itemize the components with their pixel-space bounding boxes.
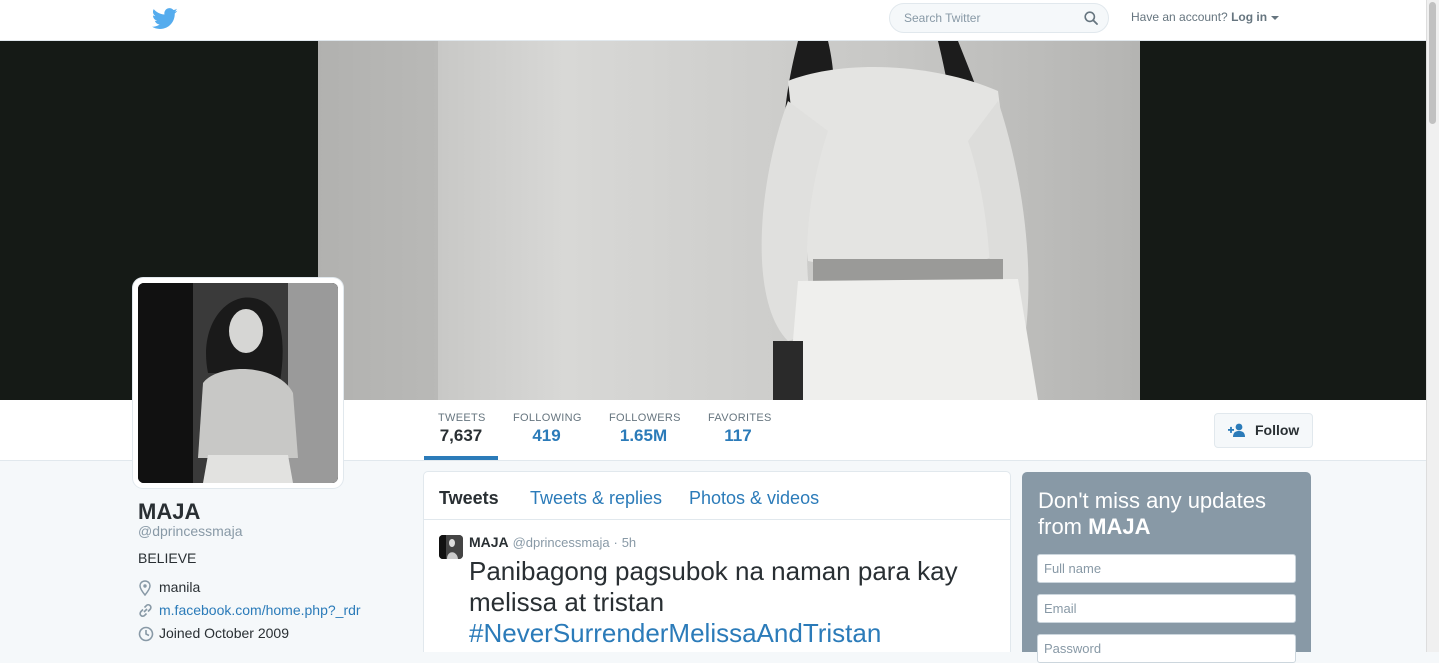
tweet-header: MAJA @dprincessmaja · 5h — [469, 534, 636, 550]
top-navigation-bar: Have an account? Log in — [0, 0, 1427, 41]
login-link[interactable]: Log in — [1231, 10, 1267, 24]
stat-value: 7,637 — [439, 426, 483, 445]
password-field[interactable] — [1037, 634, 1296, 663]
stat-label: FOLLOWERS — [609, 412, 681, 424]
tweet-hashtag[interactable]: #NeverSurrenderMelissaAndTristan — [469, 618, 881, 648]
tweet-timestamp[interactable]: 5h — [622, 535, 636, 550]
tweet-timeline: Tweets Tweets & replies Photos & videos … — [423, 471, 1011, 652]
tweet-item[interactable]: MAJA @dprincessmaja · 5h Panibagong pags… — [424, 520, 1010, 652]
stat-value: 1.65M — [619, 426, 668, 445]
signup-heading-prefix: Don't miss any updates from — [1038, 488, 1266, 539]
joined-text: Joined October 2009 — [159, 625, 289, 641]
twitter-bird-icon[interactable] — [152, 8, 178, 30]
follow-button-label: Follow — [1255, 422, 1300, 438]
page-scrollbar[interactable] — [1426, 0, 1439, 652]
signup-heading-name: MAJA — [1088, 514, 1151, 539]
stat-label: FAVORITES — [708, 412, 772, 424]
profile-bio: BELIEVE — [138, 550, 197, 566]
tweet-author-handle[interactable]: @dprincessmaja — [513, 535, 610, 550]
signup-module: Don't miss any updates from MAJA — [1022, 472, 1311, 663]
stat-value: 419 — [532, 426, 561, 445]
tweet-text: Panibagong pagsubok na naman para kay me… — [469, 556, 989, 649]
full-name-field[interactable] — [1037, 554, 1296, 583]
stat-favorites[interactable]: FAVORITES 117 — [694, 412, 782, 446]
search-box[interactable] — [889, 3, 1109, 33]
link-icon — [139, 603, 152, 618]
clock-icon — [138, 626, 154, 642]
tweet-body: Panibagong pagsubok na naman para kay me… — [469, 556, 958, 617]
scrollbar-thumb[interactable] — [1429, 2, 1436, 124]
tab-photos-videos[interactable]: Photos & videos — [689, 488, 819, 509]
tweet-separator: · — [613, 535, 618, 550]
header-photo — [318, 41, 1140, 400]
account-prompt: Have an account? — [1131, 10, 1228, 24]
stat-label: TWEETS — [438, 412, 486, 424]
tab-tweets-replies[interactable]: Tweets & replies — [530, 488, 662, 509]
stat-tweets[interactable]: TWEETS 7,637 — [424, 412, 498, 460]
location-text: manila — [159, 579, 201, 595]
tweet-avatar-art — [439, 535, 463, 559]
signup-heading: Don't miss any updates from MAJA — [1038, 488, 1298, 540]
tweet-avatar[interactable] — [439, 535, 463, 559]
chevron-down-icon[interactable] — [1271, 15, 1280, 20]
avatar-image — [138, 283, 338, 483]
follow-button[interactable]: Follow — [1214, 413, 1313, 448]
avatar-art — [138, 283, 338, 483]
stat-value: 117 — [724, 426, 752, 445]
profile-name[interactable]: MAJA — [138, 499, 200, 525]
email-field[interactable] — [1037, 594, 1296, 623]
profile-avatar[interactable] — [133, 278, 343, 488]
account-login-menu[interactable]: Have an account? Log in — [1131, 10, 1280, 24]
search-input[interactable] — [902, 10, 1076, 26]
header-photo-art — [318, 41, 1038, 400]
tweet-author-name[interactable]: MAJA — [469, 534, 509, 550]
stat-label: FOLLOWING — [513, 412, 582, 424]
add-user-icon — [1228, 423, 1245, 437]
stat-following[interactable]: FOLLOWING 419 — [499, 412, 594, 446]
website-link[interactable]: m.facebook.com/home.php?_rdr — [159, 602, 361, 618]
location-pin-icon — [139, 580, 151, 596]
profile-handle[interactable]: @dprincessmaja — [138, 523, 242, 539]
tab-tweets[interactable]: Tweets — [439, 488, 499, 509]
timeline-tabs: Tweets Tweets & replies Photos & videos — [424, 472, 1010, 520]
search-icon[interactable] — [1084, 11, 1098, 25]
stat-followers[interactable]: FOLLOWERS 1.65M — [595, 412, 692, 446]
